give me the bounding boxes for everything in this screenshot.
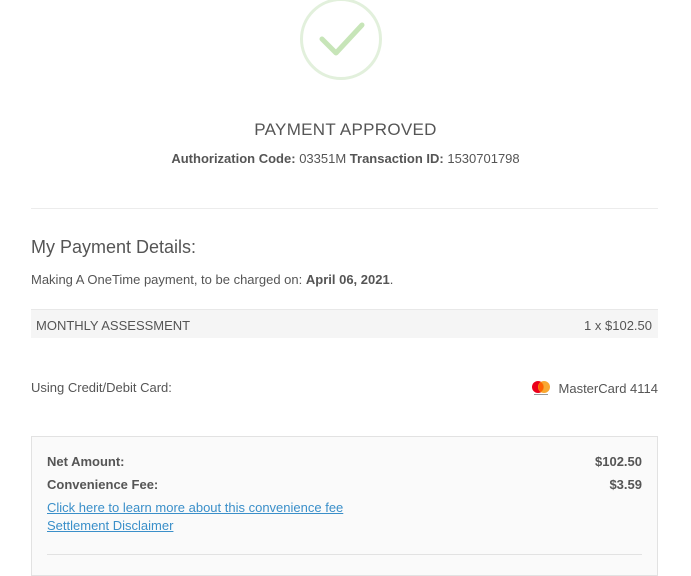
card-info: MasterCard 4114 xyxy=(531,380,658,396)
net-amount-value: $102.50 xyxy=(595,454,642,469)
checkmark-icon xyxy=(319,22,365,56)
convenience-fee-row: Convenience Fee: $3.59 xyxy=(47,477,642,492)
authorization-code: 03351M xyxy=(299,151,347,166)
payment-confirmation-page: PAYMENT APPROVED Authorization Code: 033… xyxy=(0,0,691,576)
schedule-prefix: Making A OneTime payment, to be charged … xyxy=(31,272,303,287)
line-item-row: MONTHLY ASSESSMENT 1 x $102.50 xyxy=(31,309,658,338)
divider xyxy=(31,208,658,209)
settlement-disclaimer-link[interactable]: Settlement Disclaimer xyxy=(47,518,173,533)
convenience-fee-value: $3.59 xyxy=(609,477,642,492)
schedule-suffix: . xyxy=(389,272,394,287)
transaction-id-label: Transaction ID: xyxy=(349,151,444,166)
card-label: Using Credit/Debit Card: xyxy=(31,380,172,395)
payment-details-heading: My Payment Details: xyxy=(31,237,197,257)
convenience-fee-label: Convenience Fee: xyxy=(47,477,159,492)
card-name: MasterCard 4114 xyxy=(558,380,658,396)
line-item-name: MONTHLY ASSESSMENT xyxy=(36,318,191,333)
convenience-fee-info-link[interactable]: Click here to learn more about this conv… xyxy=(47,500,343,515)
authorization-line: Authorization Code: 03351M Transaction I… xyxy=(0,151,691,166)
approved-check-circle xyxy=(300,0,382,80)
payment-schedule-text: Making A OneTime payment, to be charged … xyxy=(31,272,393,287)
line-item-price: 1 x $102.50 xyxy=(584,318,652,333)
transaction-id: 1530701798 xyxy=(447,151,520,166)
payment-status-title: PAYMENT APPROVED xyxy=(254,120,437,139)
charge-date: April 06, 2021 xyxy=(305,272,390,287)
payment-summary-box: Net Amount: $102.50 Convenience Fee: $3.… xyxy=(31,436,658,576)
net-amount-label: Net Amount: xyxy=(47,454,125,469)
net-amount-row: Net Amount: $102.50 xyxy=(47,454,642,469)
mastercard-icon xyxy=(531,381,550,395)
summary-divider xyxy=(47,554,642,555)
authorization-code-label: Authorization Code: xyxy=(171,151,296,166)
